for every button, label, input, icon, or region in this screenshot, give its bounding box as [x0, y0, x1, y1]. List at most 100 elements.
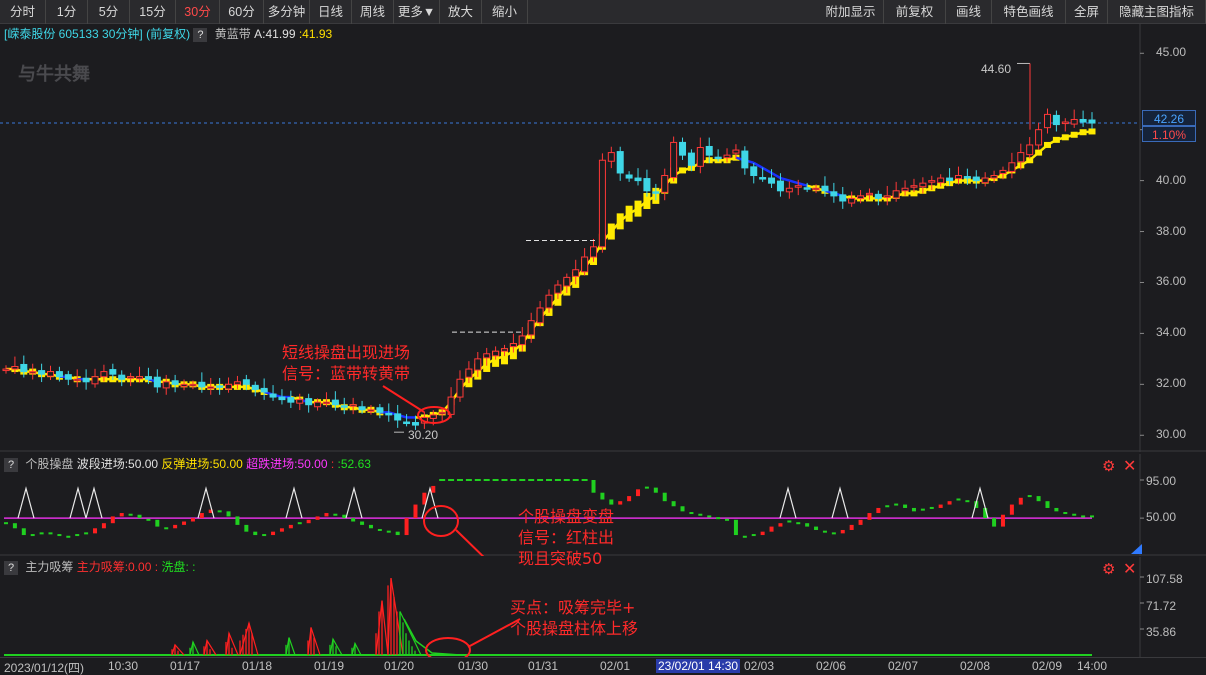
- osc1-bar-20: [182, 521, 187, 525]
- osc1-bar-106: [947, 501, 952, 505]
- candle-body-92: [821, 185, 829, 192]
- osc1-settings-gear-icon[interactable]: ⚙: [1102, 457, 1115, 475]
- candle-body-38: [340, 405, 348, 408]
- time-axis: 2023/01/12(四) 10:30 01/17 01/18 01/19 01/20 01…: [0, 657, 1206, 675]
- candle-body-23: [207, 386, 215, 389]
- osc1-bar-111: [992, 518, 997, 527]
- band-block-122: [1088, 128, 1096, 135]
- candle-body-59: [527, 320, 535, 336]
- toolbar-period-button-8[interactable]: 周线: [352, 0, 394, 24]
- candle-body-58: [518, 335, 526, 346]
- osc1-bar-35: [315, 516, 320, 520]
- toolbar-period-button-3[interactable]: 15分: [130, 0, 176, 24]
- main-kline-chart[interactable]: 与牛共舞 [嵘泰股份 605133 30分钟] (前复权) ? 黄蓝带 A:41…: [0, 24, 1206, 452]
- toolbar-period-button-10[interactable]: 放大: [440, 0, 482, 24]
- candle-body-62: [554, 284, 562, 294]
- osc1-bar-117: [1045, 501, 1050, 508]
- indicator-b-value: :41.93: [298, 27, 333, 41]
- osc1-help-icon[interactable]: ?: [4, 457, 18, 472]
- candle-body-64: [572, 269, 580, 277]
- candle-body-15: [136, 376, 144, 380]
- toolbar-period-button-7[interactable]: 日线: [310, 0, 352, 24]
- candle-body-97: [865, 192, 873, 196]
- date-label-5: 01/20: [384, 659, 415, 673]
- main-chart-canvas[interactable]: [0, 24, 1206, 452]
- candle-body-77: [687, 152, 695, 166]
- osc2-info-line: ? 主力吸筹 主力吸筹:0.00 : 洗盘: :: [4, 559, 195, 575]
- osc1-close-icon[interactable]: ✕: [1123, 456, 1136, 476]
- toolbar-period-button-2[interactable]: 5分: [88, 0, 130, 24]
- osc1-peak-marker-7: [779, 486, 797, 519]
- indicator-help-icon[interactable]: ?: [193, 27, 208, 42]
- osc2-help-icon[interactable]: ?: [4, 560, 18, 575]
- toolbar-tool-button-0[interactable]: 附加显示: [818, 0, 884, 24]
- candle-body-117: [1043, 113, 1051, 129]
- candle-body-115: [1026, 144, 1034, 156]
- osc2-name: 主力吸筹: [25, 560, 74, 574]
- osc2-close-icon[interactable]: ✕: [1123, 559, 1136, 579]
- toolbar-tool-button-3[interactable]: 特色画线: [992, 0, 1066, 24]
- candle-body-13: [118, 374, 126, 380]
- date-label-1: 10:30: [108, 659, 139, 673]
- osc1-bar-46: [413, 504, 418, 519]
- toolbar-tool-button-5[interactable]: 隐藏主图指标: [1108, 0, 1206, 24]
- candle-body-96: [857, 195, 865, 199]
- candle-body-90: [803, 187, 811, 190]
- watermark-logo: 与牛共舞: [18, 64, 90, 85]
- candle-body-1: [11, 366, 19, 370]
- candle-body-30: [269, 393, 277, 398]
- candle-body-110: [981, 177, 989, 184]
- toolbar-period-button-5[interactable]: 60分: [220, 0, 264, 24]
- toolbar-period-button-1[interactable]: 1分: [46, 0, 88, 24]
- candle-body-34: [305, 398, 313, 406]
- candle-body-68: [607, 152, 615, 162]
- osc1-bar-2: [21, 528, 26, 536]
- toolbar-period-button-0[interactable]: 分时: [0, 0, 46, 24]
- price-axis-label-2: 40.00: [1156, 172, 1187, 187]
- candle-body-6: [55, 371, 63, 378]
- stock-trading-oscillator[interactable]: ? 个股操盘 波段进场:50.00 反弹进场:50.00 超跌进场:50.00 …: [0, 454, 1206, 568]
- band-seg-86: [762, 166, 773, 175]
- candle-body-69: [616, 151, 624, 174]
- date-label-4: 01/19: [314, 659, 345, 673]
- osc2-envelope-10: [387, 578, 404, 656]
- osc1-sep: :: [330, 457, 335, 471]
- candle-body-42: [376, 407, 384, 413]
- candle-body-17: [153, 376, 161, 388]
- osc1-annotation-line2: 信号：红柱出: [518, 528, 615, 547]
- toolbar-period-button-11[interactable]: 缩小: [482, 0, 528, 24]
- osc1-oversold-entry: 超跌进场:50.00: [246, 457, 328, 471]
- osc1-bar-85: [760, 531, 765, 536]
- osc1-bar-116: [1036, 496, 1041, 502]
- osc1-bar-76: [680, 506, 685, 512]
- candle-body-72: [643, 178, 651, 192]
- candle-body-24: [216, 385, 224, 388]
- osc1-bar-48: [431, 485, 436, 493]
- candle-body-108: [963, 176, 971, 179]
- date-label-15: 14:00: [1077, 659, 1108, 673]
- osc1-bar-114: [1018, 497, 1023, 505]
- low-price-label: 30.20: [408, 428, 439, 442]
- toolbar-period-button-6[interactable]: 多分钟: [264, 0, 310, 24]
- toolbar-tool-button-4[interactable]: 全屏: [1066, 0, 1108, 24]
- osc2-settings-gear-icon[interactable]: ⚙: [1102, 560, 1115, 578]
- date-label-10: 02/03: [744, 659, 775, 673]
- toolbar-period-button-9[interactable]: 更多▼: [394, 0, 440, 24]
- toolbar-tool-button-1[interactable]: 前复权: [884, 0, 946, 24]
- toolbar-period-button-4[interactable]: 30分: [176, 0, 220, 24]
- osc1-value: :52.63: [337, 457, 371, 471]
- osc2-accum: 主力吸筹:0.00: [76, 560, 152, 574]
- candle-body-57: [509, 343, 517, 348]
- price-axis-label-7: 30.00: [1156, 427, 1187, 442]
- date-label-6: 01/30: [458, 659, 489, 673]
- osc1-peak-marker-8: [831, 486, 849, 519]
- osc1-annotation-line1: 个股操盘变盘: [518, 507, 615, 526]
- osc2-annotation-line1: 买点：吸筹完毕+: [510, 598, 636, 617]
- osc1-rebound-entry: 反弹进场:50.00: [161, 457, 243, 471]
- candle-body-40: [358, 406, 366, 411]
- candle-body-78: [696, 147, 704, 167]
- toolbar-tool-button-2[interactable]: 画线: [946, 0, 992, 24]
- candle-body-39: [349, 404, 357, 407]
- candle-body-46: [411, 422, 419, 426]
- main-force-accumulation-oscillator[interactable]: ? 主力吸筹 主力吸筹:0.00 : 洗盘: : ⚙ ✕ 107.58 71.7…: [0, 557, 1206, 657]
